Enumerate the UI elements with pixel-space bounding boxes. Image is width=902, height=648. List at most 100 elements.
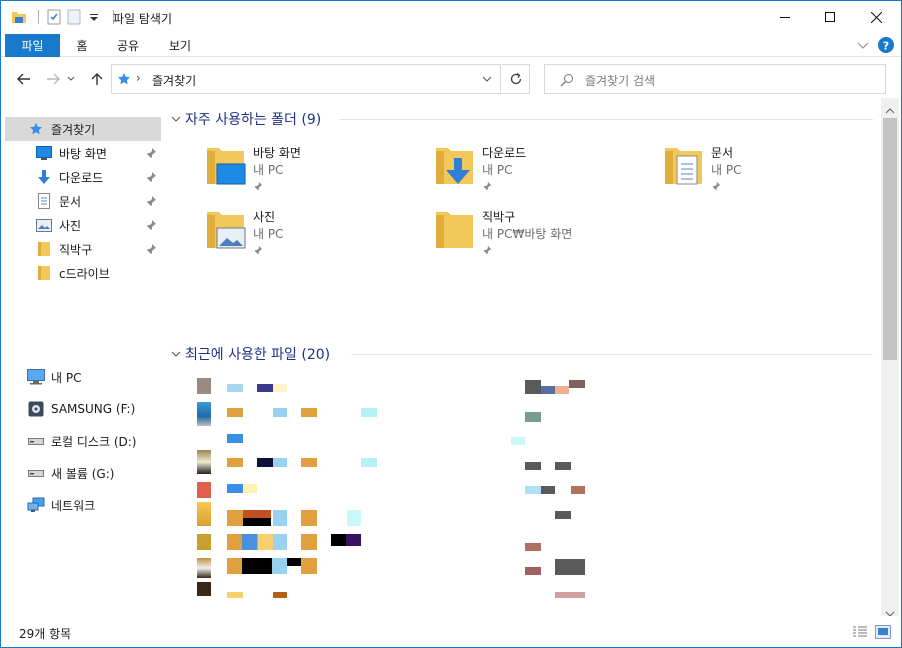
vertical-scrollbar[interactable] [881,98,899,617]
nav-item-new-volume-g[interactable]: 새 볼륨 (G:) [5,461,161,485]
nav-item-jikbakgu[interactable]: 직박구 [5,237,161,261]
nav-item-c-drive[interactable]: c드라이브 [5,261,161,285]
redacted-text [273,384,287,392]
download-icon [35,168,53,186]
file-thumbnail[interactable] [197,534,211,550]
address-bar[interactable]: › 즐겨찾기 [111,64,501,94]
folder-tile-desktop[interactable]: 바탕 화면 내 PC [205,144,425,200]
redacted-text [301,510,317,526]
group-title: 자주 사용하는 폴더 (9) [185,112,322,128]
folder-name: 다운로드 [482,146,527,160]
nav-label: 사진 [59,218,82,233]
documents-folder-icon [663,144,707,188]
redacted-text [361,408,377,417]
nav-label: 새 볼륨 (G:) [51,466,115,481]
up-button[interactable] [87,69,107,89]
customize-toolbar-icon[interactable] [86,9,102,25]
file-thumbnail[interactable] [197,450,211,474]
redacted-text [273,534,287,550]
redacted-text [243,510,271,526]
help-icon[interactable]: ? [878,37,894,53]
recent-files-header[interactable]: 최근에 사용한 파일 (20) [171,343,330,365]
new-folder-icon[interactable] [66,9,82,25]
star-icon [117,72,131,86]
nav-item-documents[interactable]: 문서 [5,189,161,213]
nav-label: 다운로드 [59,170,104,185]
file-thumbnail[interactable] [197,558,211,578]
pin-icon[interactable] [145,171,157,183]
nav-label: 직박구 [59,242,93,257]
file-thumbnail[interactable] [197,482,211,498]
group-divider [351,354,873,355]
pin-icon [711,180,721,191]
recent-locations-icon[interactable] [65,69,77,89]
redacted-text [541,386,555,394]
frequent-folders-header[interactable]: 자주 사용하는 폴더 (9) [171,108,321,130]
nav-item-this-pc[interactable]: 내 PC [5,365,161,389]
details-view-icon[interactable] [852,625,868,639]
pin-icon[interactable] [145,243,157,255]
folder-location: 내 PC₩바탕 화면 [482,227,573,241]
file-thumbnail[interactable] [197,378,211,394]
search-box[interactable]: 즐겨찾기 검색 [544,64,886,94]
desktop-folder-icon [205,144,249,188]
file-thumbnail[interactable] [197,402,211,426]
nav-item-desktop[interactable]: 바탕 화면 [5,141,161,165]
file-thumbnail[interactable] [197,582,211,596]
pin-icon[interactable] [145,219,157,231]
redacted-text [227,408,243,417]
search-placeholder: 즐겨찾기 검색 [585,74,656,88]
folder-tile-pictures[interactable]: 사진 내 PC [205,208,425,264]
nav-item-downloads[interactable]: 다운로드 [5,165,161,189]
folder-icon [434,208,478,252]
nav-item-network[interactable]: 네트워크 [5,493,161,517]
drive-icon [27,464,45,482]
refresh-button[interactable] [502,64,530,94]
item-count: 29개 항목 [19,627,72,641]
redacted-text [227,558,287,574]
redacted-text [347,510,361,526]
forward-button[interactable] [43,69,63,89]
folder-location: 내 PC [253,227,284,241]
address-path[interactable]: 즐겨찾기 [152,72,196,89]
maximize-button[interactable] [807,1,853,33]
folder-tile-downloads[interactable]: 다운로드 내 PC [434,144,654,200]
folder-tile-documents[interactable]: 문서 내 PC [663,144,883,200]
redacted-text [301,408,317,417]
file-thumbnail[interactable] [197,502,211,526]
scrollbar-thumb[interactable] [883,118,897,360]
scroll-up-icon[interactable] [885,103,895,117]
folder-tile-jikbakgu[interactable]: 직박구 내 PC₩바탕 화면 [434,208,654,264]
nav-item-local-disk-d[interactable]: 로컬 디스크 (D:) [5,429,161,453]
back-button[interactable] [14,69,34,89]
folder-location: 내 PC [711,163,742,177]
nav-label: 로컬 디스크 (D:) [51,434,137,449]
pin-icon[interactable] [145,195,157,207]
redacted-text [541,486,555,494]
pin-icon[interactable] [145,147,157,159]
tab-home[interactable]: 홈 [65,34,99,57]
redacted-text [555,592,585,598]
redacted-text [257,384,273,392]
large-icons-view-icon[interactable] [875,625,891,639]
tab-share[interactable]: 공유 [109,34,147,57]
folder-name: 바탕 화면 [253,146,301,160]
tab-file[interactable]: 파일 [5,34,60,57]
expand-ribbon-icon[interactable] [857,39,871,51]
group-divider [339,119,873,120]
tab-view[interactable]: 보기 [161,34,199,57]
address-history-icon[interactable] [474,65,500,93]
close-button[interactable] [853,1,899,33]
folder-name: 사진 [253,210,276,224]
network-icon [27,496,45,514]
nav-item-pictures[interactable]: 사진 [5,213,161,237]
redacted-text [569,380,585,388]
properties-icon[interactable] [46,9,62,25]
recent-files-locations [503,378,623,598]
minimize-button[interactable] [762,1,808,33]
file-explorer-window: 파일 탐색기 파일 홈 공유 보기 ? › 즐겨찾기 즐겨찾기 검색 즐겨찾기 … [0,0,902,648]
picture-icon [35,216,53,234]
pin-icon [482,180,492,191]
nav-item-samsung-drive[interactable]: SAMSUNG (F:) [5,397,161,421]
nav-item-quick-access[interactable]: 즐겨찾기 [5,117,161,141]
